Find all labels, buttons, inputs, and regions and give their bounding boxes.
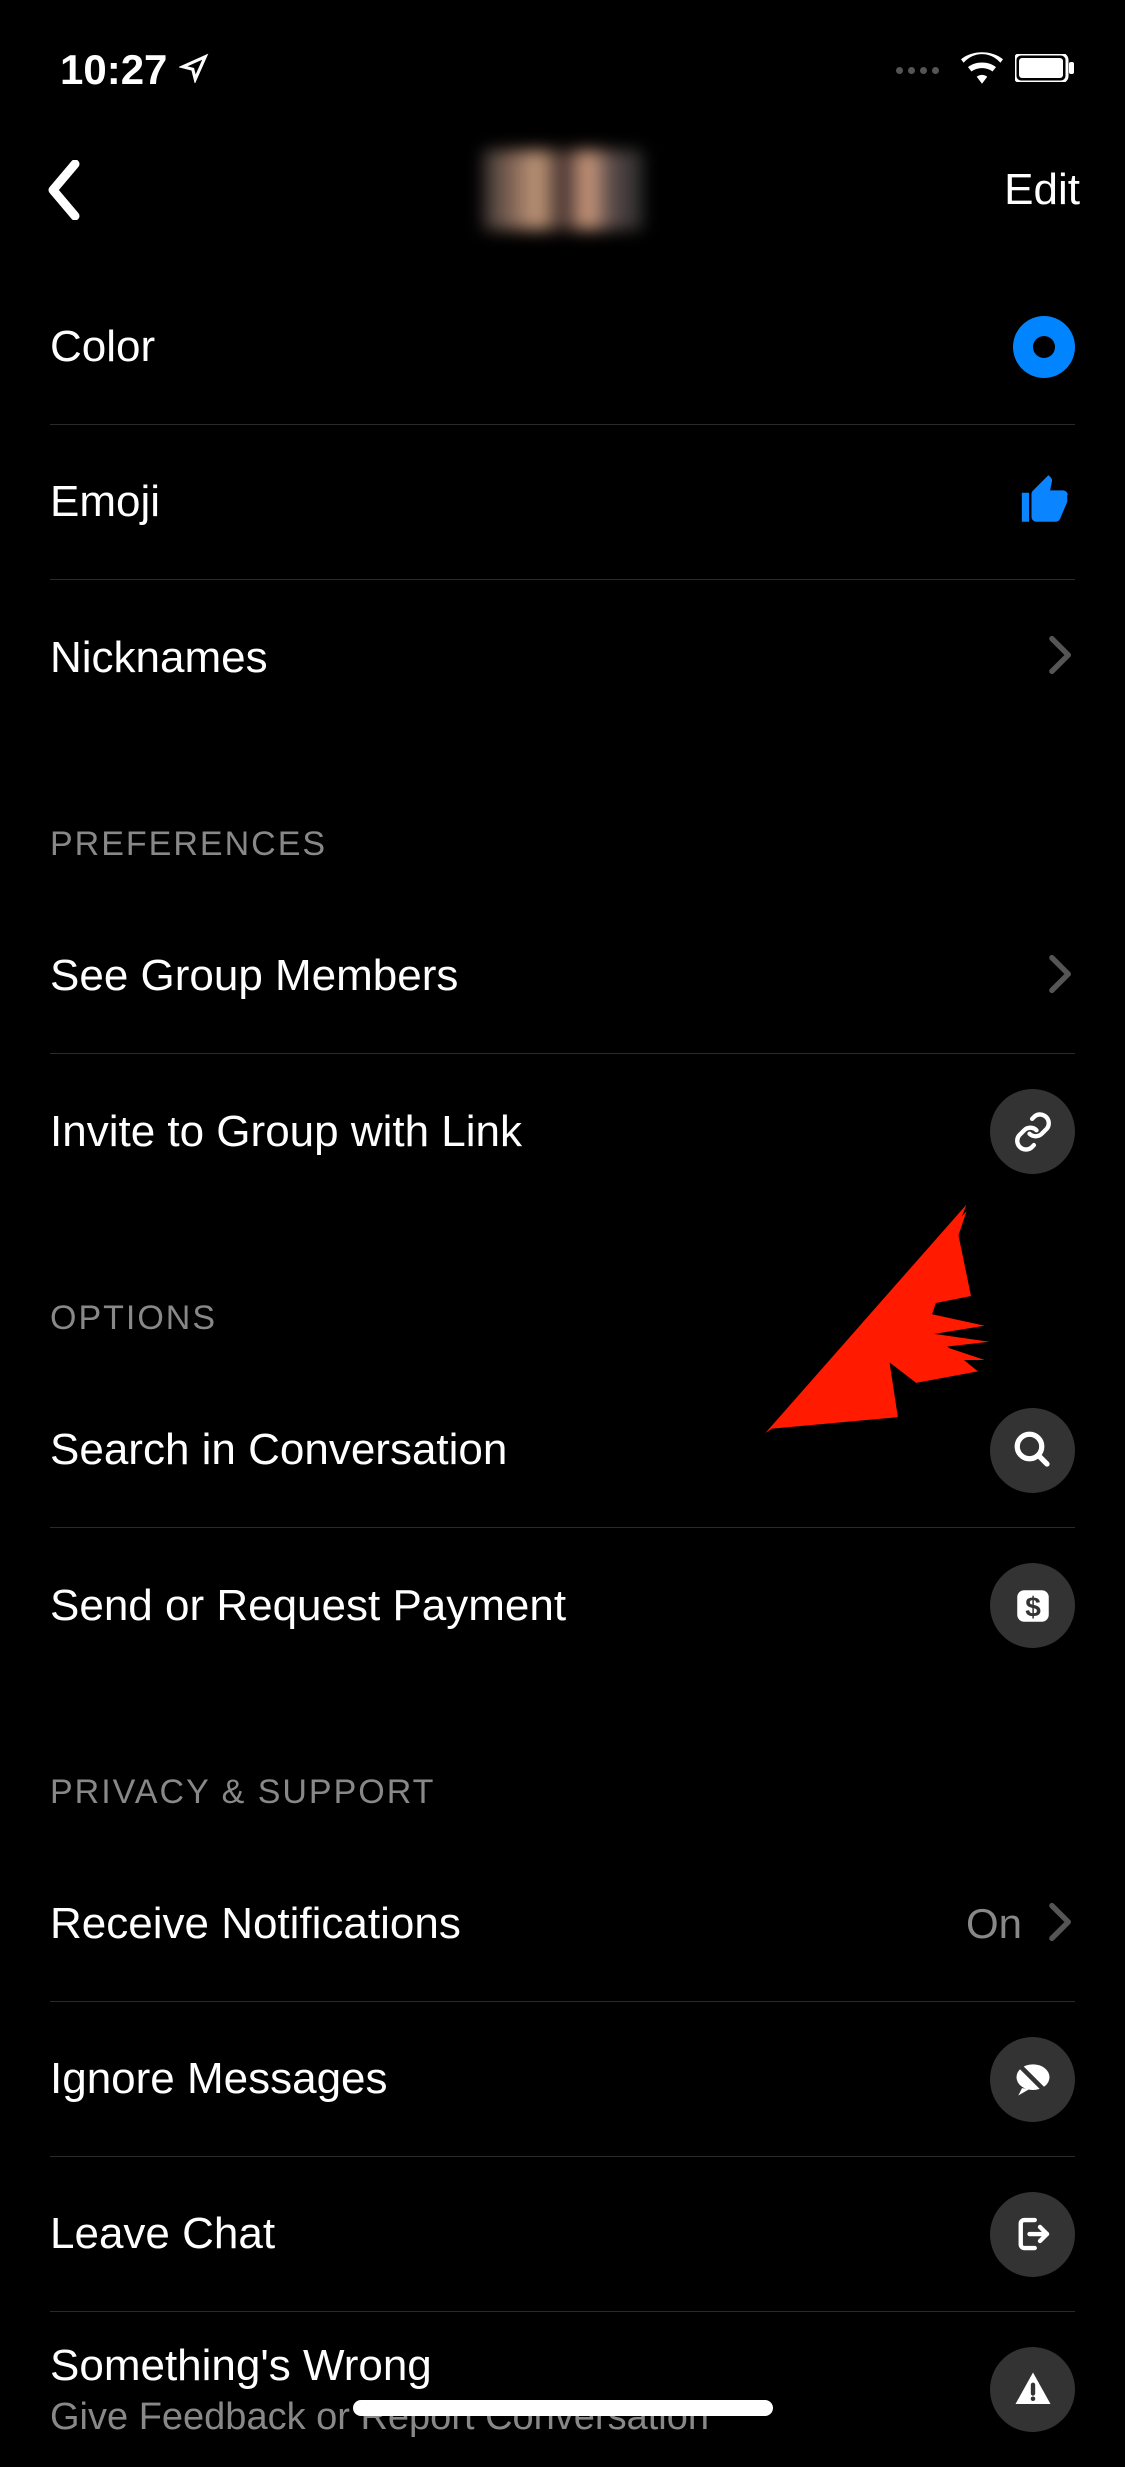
wrong-label: Something's Wrong <box>50 2341 709 2391</box>
link-icon <box>990 1089 1075 1174</box>
notifications-label: Receive Notifications <box>50 1899 461 1949</box>
leave-label: Leave Chat <box>50 2209 275 2259</box>
ignore-icon <box>990 2037 1075 2122</box>
search-icon <box>990 1408 1075 1493</box>
preferences-header: PREFERENCES <box>50 735 1075 899</box>
payment-row[interactable]: Send or Request Payment $ <box>50 1528 1075 1683</box>
ignore-row[interactable]: Ignore Messages <box>50 2002 1075 2157</box>
back-button[interactable] <box>45 160 95 220</box>
invite-link-row[interactable]: Invite to Group with Link <box>50 1054 1075 1209</box>
chevron-left-icon <box>45 160 81 220</box>
svg-text:$: $ <box>1025 1591 1041 1622</box>
group-avatar[interactable] <box>483 150 643 230</box>
chevron-right-icon <box>1047 1902 1075 1947</box>
chevron-right-icon <box>1047 635 1075 680</box>
emoji-label: Emoji <box>50 477 160 527</box>
privacy-header: PRIVACY & SUPPORT <box>50 1683 1075 1847</box>
nicknames-row[interactable]: Nicknames <box>50 580 1075 735</box>
chevron-right-icon <box>1047 954 1075 999</box>
signal-dots-icon <box>896 67 939 74</box>
leave-icon <box>990 2192 1075 2277</box>
nicknames-label: Nicknames <box>50 633 268 683</box>
color-label: Color <box>50 322 155 372</box>
leave-row[interactable]: Leave Chat <box>50 2157 1075 2312</box>
see-members-row[interactable]: See Group Members <box>50 899 1075 1054</box>
location-arrow-icon <box>179 53 209 88</box>
thumbs-up-icon <box>1017 471 1075 534</box>
home-indicator[interactable] <box>353 2400 773 2416</box>
see-members-label: See Group Members <box>50 951 458 1001</box>
nav-header: Edit <box>0 120 1125 270</box>
warning-icon <box>990 2347 1075 2432</box>
options-header: OPTIONS <box>50 1209 1075 1373</box>
search-label: Search in Conversation <box>50 1425 507 1475</box>
payment-label: Send or Request Payment <box>50 1581 566 1631</box>
emoji-row[interactable]: Emoji <box>50 425 1075 580</box>
search-row[interactable]: Search in Conversation <box>50 1373 1075 1528</box>
dollar-icon: $ <box>990 1563 1075 1648</box>
settings-list: Color Emoji Nicknames PREFERENCES See Gr… <box>0 270 1125 2467</box>
notifications-value: On <box>966 1900 1022 1948</box>
color-swatch-icon <box>1013 316 1075 378</box>
status-bar: 10:27 <box>0 0 1125 120</box>
color-row[interactable]: Color <box>50 270 1075 425</box>
wrong-row[interactable]: Something's Wrong Give Feedback or Repor… <box>50 2312 1075 2467</box>
battery-icon <box>1015 54 1075 87</box>
invite-link-label: Invite to Group with Link <box>50 1107 522 1157</box>
edit-button[interactable]: Edit <box>1004 165 1080 215</box>
notifications-row[interactable]: Receive Notifications On <box>50 1847 1075 2002</box>
ignore-label: Ignore Messages <box>50 2054 388 2104</box>
wifi-icon <box>961 52 1003 89</box>
status-time: 10:27 <box>60 46 167 94</box>
